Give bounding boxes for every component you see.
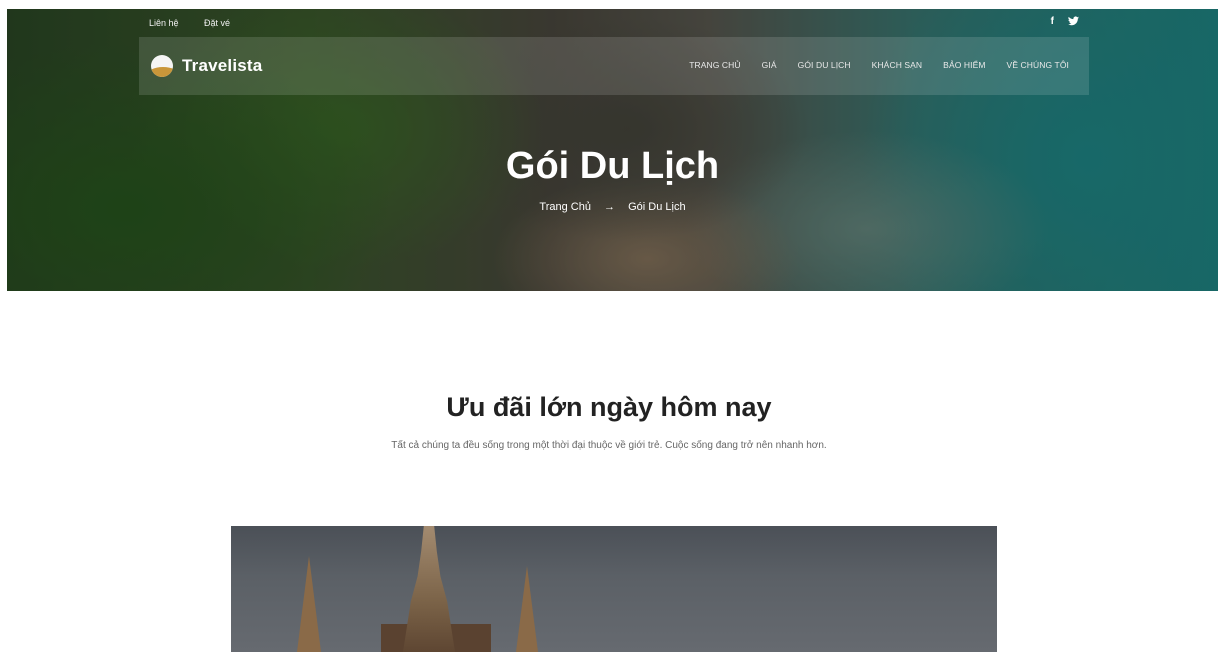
page-title: Gói Du Lịch — [505, 145, 720, 187]
breadcrumb-home-link[interactable]: Trang Chủ — [539, 201, 591, 213]
booking-link[interactable]: Đặt vé — [204, 18, 230, 28]
offers-subtitle: Tất cả chúng ta đều sống trong một thời … — [391, 440, 827, 451]
breadcrumb-current: Gói Du Lịch — [628, 201, 686, 213]
travelista-logo-icon — [151, 55, 173, 77]
temple-tower — [403, 526, 455, 652]
promo-temple-image[interactable] — [231, 526, 997, 652]
contact-link[interactable]: Liên hệ — [149, 18, 179, 28]
facebook-icon[interactable]: f — [1051, 16, 1054, 29]
hero-banner: Liên hệ Đặt vé f Travelista TRANG CHỦ GI… — [7, 9, 1218, 291]
nav-item-packages[interactable]: GÓI DU LỊCH — [798, 60, 851, 70]
temple-spire-right — [516, 566, 538, 652]
top-bar: Liên hệ Đặt vé f — [139, 9, 1089, 37]
nav-item-insurance[interactable]: BẢO HIỂM — [943, 60, 985, 70]
nav-menu: TRANG CHỦ GIÁ GÓI DU LỊCH KHÁCH SẠN BẢO … — [668, 60, 1069, 70]
nav-item-price[interactable]: GIÁ — [762, 60, 777, 70]
social-links: f — [1051, 16, 1079, 29]
main-navbar: Travelista TRANG CHỦ GIÁ GÓI DU LỊCH KHÁ… — [139, 37, 1089, 95]
breadcrumb: Trang Chủ → Gói Du Lịch — [7, 201, 1218, 213]
nav-item-about[interactable]: VỀ CHÚNG TÔI — [1007, 60, 1069, 70]
arrow-right-icon: → — [604, 201, 616, 213]
offers-heading: Ưu đãi lớn ngày hôm nay — [446, 392, 772, 422]
temple-spire-left — [297, 556, 321, 652]
brand-name: Travelista — [182, 56, 263, 75]
nav-item-home[interactable]: TRANG CHỦ — [689, 60, 740, 70]
twitter-icon[interactable] — [1068, 16, 1079, 29]
nav-item-hotels[interactable]: KHÁCH SẠN — [872, 60, 923, 70]
brand-logo[interactable]: Travelista — [151, 55, 262, 77]
